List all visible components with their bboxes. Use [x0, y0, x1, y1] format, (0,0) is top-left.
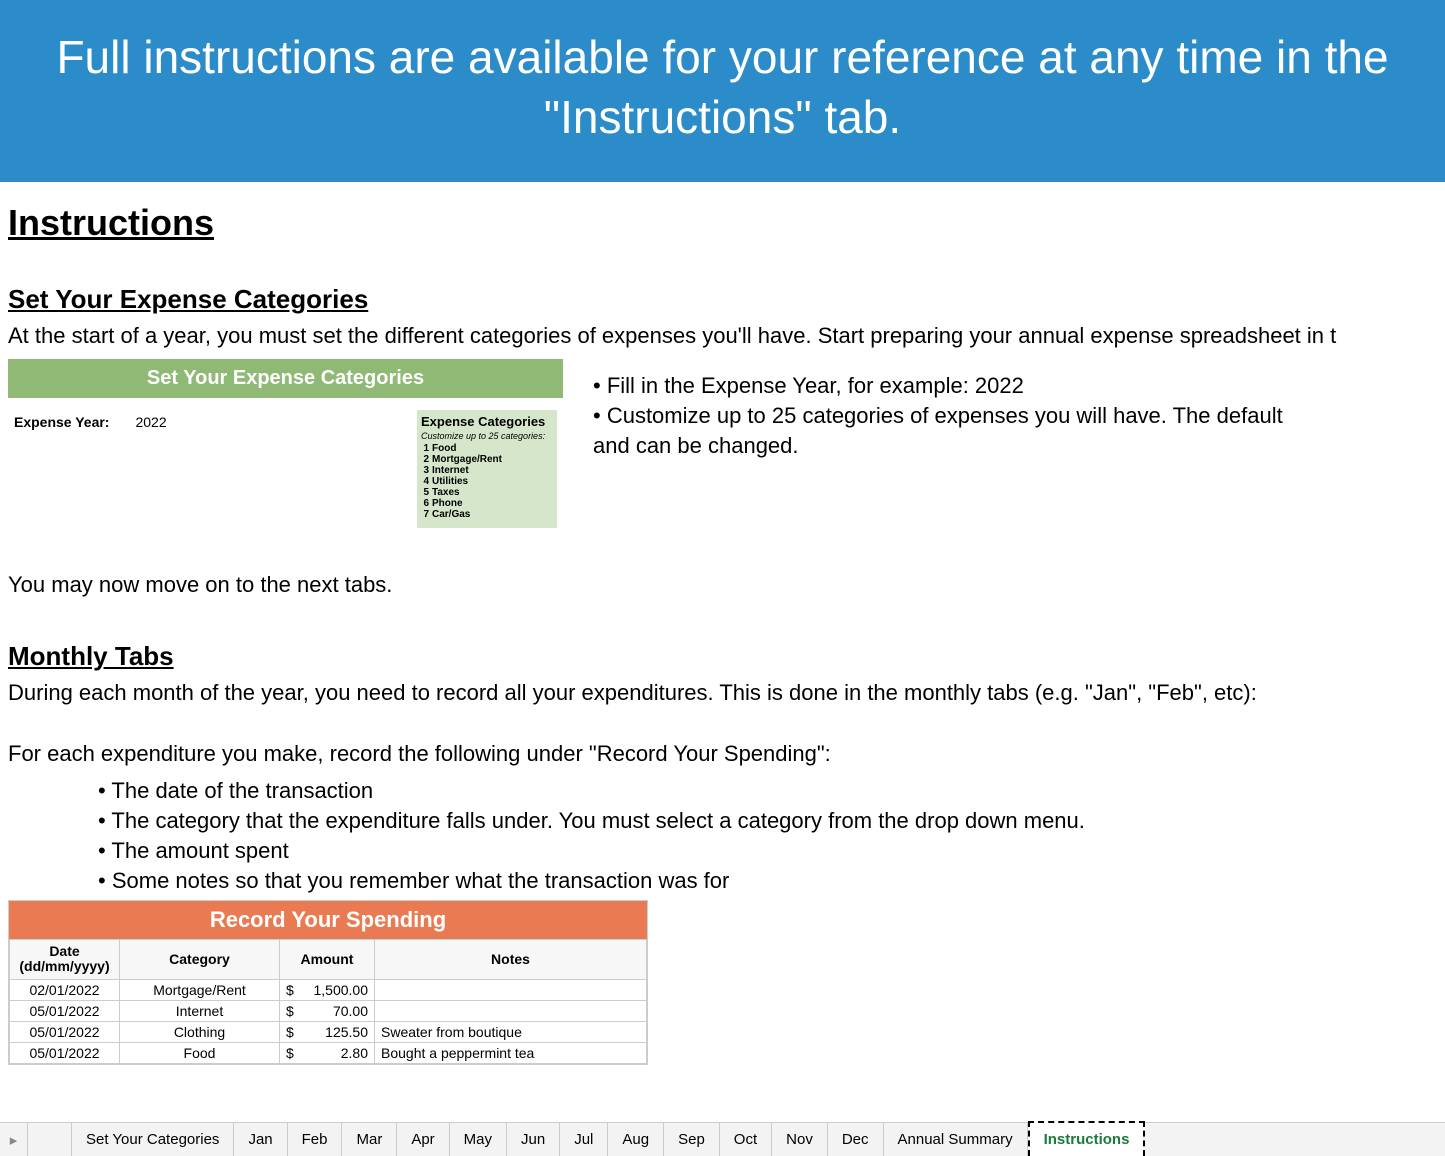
monthly-bullets: The date of the transaction The category…: [98, 778, 1437, 894]
content-area: Instructions Set Your Expense Categories…: [0, 182, 1445, 1065]
cell-notes: [375, 1000, 647, 1021]
page-title: Instructions: [8, 202, 1437, 244]
bullet-item: The amount spent: [98, 838, 1437, 864]
section-categories-intro: At the start of a year, you must set the…: [8, 321, 1437, 352]
banner: Full instructions are available for your…: [0, 0, 1445, 182]
section-monthly-heading: Monthly Tabs: [8, 641, 1437, 672]
cell-date: 05/01/2022: [10, 1000, 120, 1021]
category-row: 7Car/Gas: [421, 509, 553, 520]
category-row: 5Taxes: [421, 487, 553, 498]
category-list-subtitle: Customize up to 25 categories:: [421, 431, 553, 443]
sheet-tab[interactable]: Aug: [608, 1123, 664, 1156]
category-row: 3Internet: [421, 465, 553, 476]
cell-notes: Sweater from boutique: [375, 1021, 647, 1042]
category-row: 4Utilities: [421, 476, 553, 487]
cell-date: 05/01/2022: [10, 1021, 120, 1042]
bullet-item: The category that the expenditure falls …: [98, 808, 1437, 834]
table-row: 05/01/2022Food$2.80Bought a peppermint t…: [10, 1042, 647, 1063]
sheet-tab[interactable]: Set Your Categories: [72, 1123, 234, 1156]
sheet-tab[interactable]: Mar: [342, 1123, 397, 1156]
tab-spacer: [28, 1123, 72, 1156]
category-list-title: Expense Categories: [421, 412, 553, 431]
sheet-tab[interactable]: Feb: [288, 1123, 343, 1156]
cell-category: Internet: [120, 1000, 280, 1021]
cell-amount: $1,500.00: [280, 979, 375, 1000]
sheet-tab[interactable]: Jul: [560, 1123, 608, 1156]
cell-category: Food: [120, 1042, 280, 1063]
categories-example-box: Set Your Expense Categories Expense Year…: [8, 359, 563, 540]
col-category: Category: [120, 939, 280, 979]
spending-box-header: Record Your Spending: [9, 901, 647, 939]
sheet-tab[interactable]: Apr: [397, 1123, 449, 1156]
cell-amount: $125.50: [280, 1021, 375, 1042]
cell-notes: Bought a peppermint tea: [375, 1042, 647, 1063]
categories-instructions: • Fill in the Expense Year, for example:…: [593, 373, 1283, 540]
section-categories-heading: Set Your Expense Categories: [8, 284, 1437, 315]
category-row: 1Food: [421, 443, 553, 454]
category-row: 6Phone: [421, 498, 553, 509]
tab-scroll-right-icon[interactable]: ▸: [0, 1123, 28, 1156]
category-list-box: Expense Categories Customize up to 25 ca…: [417, 410, 557, 528]
expense-year-label: Expense Year:: [14, 410, 109, 528]
categories-box-header: Set Your Expense Categories: [8, 359, 563, 398]
section-monthly-intro: During each month of the year, you need …: [8, 678, 1437, 709]
table-row: 05/01/2022Internet$70.00: [10, 1000, 647, 1021]
bullet-item: The date of the transaction: [98, 778, 1437, 804]
spending-example-box: Record Your Spending Date (dd/mm/yyyy) C…: [8, 900, 648, 1065]
section-monthly-lead: For each expenditure you make, record th…: [8, 739, 1437, 770]
sheet-tab[interactable]: Sep: [664, 1123, 720, 1156]
bullet-text: and can be changed.: [593, 433, 1283, 459]
sheet-tab[interactable]: Nov: [772, 1123, 828, 1156]
expense-year-value: 2022: [135, 410, 166, 528]
sheet-tab[interactable]: Jun: [507, 1123, 560, 1156]
cell-date: 02/01/2022: [10, 979, 120, 1000]
sheet-tab-bar: ▸ Set Your CategoriesJanFebMarAprMayJunJ…: [0, 1122, 1445, 1156]
table-row: 05/01/2022Clothing$125.50Sweater from bo…: [10, 1021, 647, 1042]
cell-category: Clothing: [120, 1021, 280, 1042]
col-amount: Amount: [280, 939, 375, 979]
col-date: Date (dd/mm/yyyy): [10, 939, 120, 979]
sheet-tab[interactable]: Annual Summary: [884, 1123, 1028, 1156]
cell-category: Mortgage/Rent: [120, 979, 280, 1000]
bullet-text: • Customize up to 25 categories of expen…: [593, 403, 1283, 429]
sheet-tab[interactable]: Dec: [828, 1123, 884, 1156]
cell-notes: [375, 979, 647, 1000]
sheet-tab[interactable]: May: [450, 1123, 507, 1156]
section-categories-outro: You may now move on to the next tabs.: [8, 570, 1437, 601]
spending-table: Date (dd/mm/yyyy) Category Amount Notes …: [9, 939, 647, 1064]
category-row: 2Mortgage/Rent: [421, 454, 553, 465]
sheet-tab[interactable]: Instructions: [1028, 1121, 1146, 1156]
bullet-item: Some notes so that you remember what the…: [98, 868, 1437, 894]
bullet-text: • Fill in the Expense Year, for example:…: [593, 373, 1283, 399]
cell-date: 05/01/2022: [10, 1042, 120, 1063]
cell-amount: $70.00: [280, 1000, 375, 1021]
cell-amount: $2.80: [280, 1042, 375, 1063]
sheet-tab[interactable]: Oct: [720, 1123, 772, 1156]
sheet-tab[interactable]: Jan: [234, 1123, 287, 1156]
table-row: 02/01/2022Mortgage/Rent$1,500.00: [10, 979, 647, 1000]
col-notes: Notes: [375, 939, 647, 979]
